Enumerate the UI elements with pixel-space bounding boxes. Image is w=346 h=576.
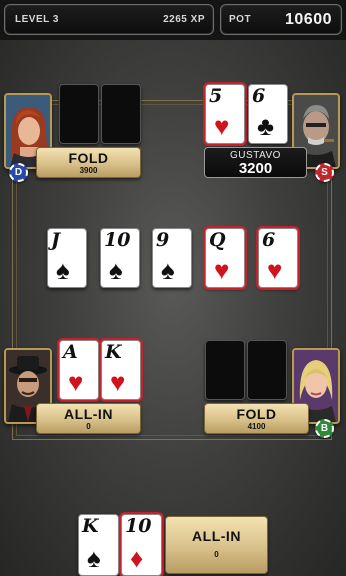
card-rank: A xyxy=(63,341,78,363)
card-suit: ♥ xyxy=(110,367,126,397)
xp-label: 2265 XP xyxy=(163,14,205,25)
card-suit: ♠ xyxy=(56,255,70,285)
board-card: 9 ♠ xyxy=(152,228,192,288)
player-action: FOLD xyxy=(68,150,109,166)
board-card: 10 ♠ xyxy=(100,228,140,288)
card-rank: 10 xyxy=(125,515,152,537)
card: A ♥ xyxy=(59,340,99,400)
card-back xyxy=(205,340,245,400)
player-action: FOLD xyxy=(236,406,277,422)
dealer-chip: D xyxy=(9,163,28,182)
player-amount: 4100 xyxy=(247,422,266,431)
hero-plaque: ALL-IN 0 xyxy=(165,516,268,574)
card-suit: ♣ xyxy=(257,111,275,141)
card-rank: 9 xyxy=(156,229,170,251)
card: 6 ♣ xyxy=(248,84,288,144)
card-suit: ♥ xyxy=(214,111,230,141)
card-rank: 6 xyxy=(262,229,276,251)
hero-amount: 0 xyxy=(214,550,219,559)
board-card: 6 ♥ xyxy=(258,228,298,288)
player-action: ALL-IN xyxy=(64,406,113,422)
card-suit: ♥ xyxy=(267,255,283,285)
player-amount: 3900 xyxy=(79,166,98,175)
card-suit: ♦ xyxy=(130,543,144,573)
hero-action: ALL-IN xyxy=(192,528,241,544)
card-back xyxy=(101,84,141,144)
card-suit: ♠ xyxy=(161,255,175,285)
card: K ♥ xyxy=(101,340,141,400)
card-suit: ♠ xyxy=(87,543,101,573)
top-bar: LEVEL 3 2265 XP POT 10600 xyxy=(0,0,346,40)
card-suit: ♥ xyxy=(68,367,84,397)
card-rank: Q xyxy=(209,229,226,251)
player-plaque-bottom-left: ALL-IN 0 xyxy=(36,403,141,434)
level-panel: LEVEL 3 2265 XP xyxy=(4,4,214,35)
hero-card[interactable]: K ♠ xyxy=(78,514,119,576)
player-amount: 0 xyxy=(86,422,91,431)
card-suit: ♠ xyxy=(109,255,123,285)
player-plaque-top-left: FOLD 3900 xyxy=(36,147,141,178)
card-back xyxy=(59,84,99,144)
card-rank: 6 xyxy=(252,85,266,107)
player-plaque-bottom-right: FOLD 4100 xyxy=(204,403,309,434)
big-blind-chip: B xyxy=(315,419,334,438)
card-rank: K xyxy=(82,515,99,537)
pot-value: 10600 xyxy=(285,11,332,28)
card-rank: K xyxy=(105,341,122,363)
pot-label: POT xyxy=(229,14,252,25)
level-label: LEVEL 3 xyxy=(15,14,59,25)
card-back xyxy=(247,340,287,400)
board-card: Q ♥ xyxy=(205,228,245,288)
hero-card[interactable]: 10 ♦ xyxy=(121,514,162,576)
card-rank: 10 xyxy=(104,229,131,251)
card-suit: ♥ xyxy=(214,255,230,285)
player-nameplate-gustavo: GUSTAVO 3200 xyxy=(204,147,307,178)
card-rank: 5 xyxy=(209,85,223,107)
pot-panel: POT 10600 xyxy=(220,4,342,35)
board-card: J ♠ xyxy=(47,228,87,288)
small-blind-chip: S xyxy=(315,163,334,182)
card-rank: J xyxy=(51,229,60,251)
player-chips: 3200 xyxy=(238,160,273,177)
card: 5 ♥ xyxy=(205,84,245,144)
